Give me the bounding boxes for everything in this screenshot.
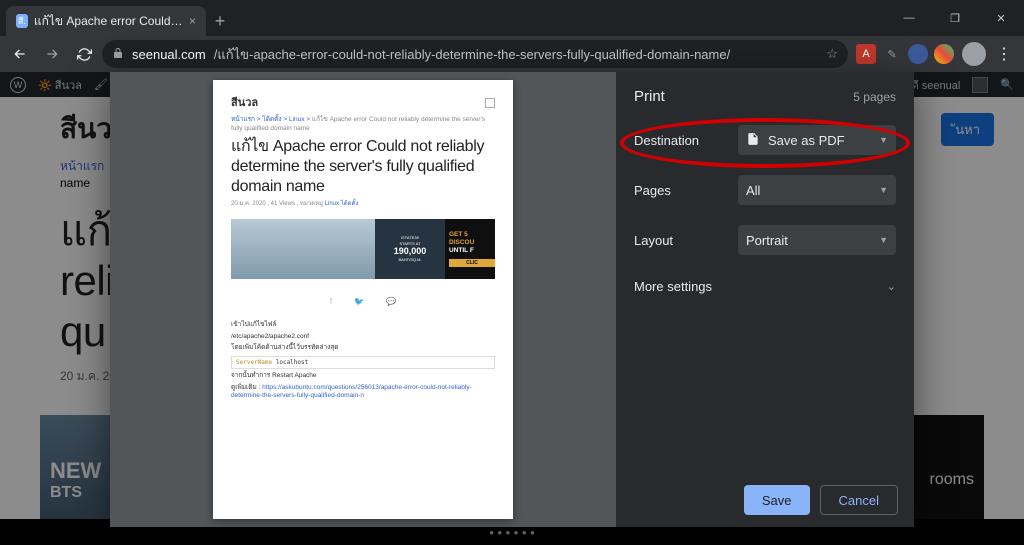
preview-menu-icon [485, 98, 495, 108]
extension-icon-1[interactable]: A [856, 44, 876, 64]
more-settings-label: More settings [634, 279, 712, 294]
tab-favicon: สี. [16, 14, 28, 28]
preview-text: โดยเพิ่มโค้ดด้านล่างนี้ไว้บรรทัดล่างสุด [231, 344, 495, 352]
extension-icon-4[interactable] [934, 44, 954, 64]
layout-row: Layout Portrait ▼ [616, 215, 914, 265]
new-tab-button[interactable]: + [206, 6, 234, 36]
tab-title: แก้ไข Apache error Could not reli [34, 12, 183, 31]
pdf-icon [746, 131, 760, 150]
preview-social-row: f 🐦 💬 [231, 297, 495, 307]
browser-menu-button[interactable]: ⋮ [990, 44, 1018, 64]
layout-dropdown[interactable]: Portrait ▼ [738, 225, 896, 255]
preview-site-title: สีนวล [231, 96, 258, 110]
layout-value: Portrait [746, 233, 788, 248]
chevron-down-icon: ▼ [879, 185, 888, 195]
chevron-down-icon: ⌄ [887, 280, 896, 293]
preview-article-title: แก้ไข Apache error Could not reliably de… [231, 137, 495, 197]
profile-avatar[interactable] [962, 42, 986, 66]
facebook-icon: f [330, 297, 332, 307]
window-minimize-button[interactable]: — [886, 0, 932, 36]
destination-value: Save as PDF [768, 133, 845, 148]
preview-breadcrumb: หน้าแรก > ได้ดตั้ง > Linux > แก้ไข Apach… [231, 116, 495, 133]
extensions-area: A ✎ [852, 44, 958, 64]
preview-code-block: ServerName localhost [231, 356, 495, 370]
preview-text: /etc/apache2/apache2.conf [231, 333, 495, 341]
browser-tab[interactable]: สี. แก้ไข Apache error Could not reli × [6, 6, 206, 36]
pages-dropdown[interactable]: All ▼ [738, 175, 896, 205]
chevron-down-icon: ▼ [879, 135, 888, 145]
url-host: seenual.com [132, 47, 206, 62]
pages-option-label: Pages [634, 183, 730, 198]
destination-dropdown[interactable]: Save as PDF ▼ [738, 125, 896, 155]
more-settings-toggle[interactable]: More settings ⌄ [616, 265, 914, 308]
preview-meta: 20 ม.ค. 2020 , 41 Views , หมวดหมู่ Linux… [231, 201, 495, 209]
pages-value: All [746, 183, 760, 198]
preview-text: เข้าไปแก้ไขไฟล์ [231, 321, 495, 329]
save-button[interactable]: Save [744, 485, 810, 515]
window-maximize-button[interactable]: ❐ [932, 0, 978, 36]
print-settings-panel: Print 5 pages Destination Save as PDF ▼ … [616, 72, 914, 527]
chevron-down-icon: ▼ [879, 235, 888, 245]
extension-icon-2[interactable]: ✎ [882, 44, 902, 64]
print-page-count: 5 pages [853, 90, 896, 104]
print-title: Print [634, 88, 665, 105]
destination-label: Destination [634, 133, 730, 148]
forward-button [38, 40, 66, 68]
line-icon: 💬 [386, 297, 396, 307]
preview-text: ดูเพิ่มเติม : https://askubuntu.com/ques… [231, 384, 495, 401]
reload-button[interactable] [70, 40, 98, 68]
back-button[interactable] [6, 40, 34, 68]
bookmark-star-icon[interactable]: ☆ [826, 46, 838, 62]
preview-text: จากนั้นทำการ Restart Apache [231, 372, 495, 380]
address-bar[interactable]: seenual.com/แก้ไข-apache-error-could-not… [102, 40, 848, 68]
dialog-footer: Save Cancel [616, 473, 914, 527]
preview-page-1: สีนวล หน้าแรก > ได้ดตั้ง > Linux > แก้ไข… [213, 80, 513, 519]
url-path: /แก้ไข-apache-error-could-not-reliably-d… [214, 44, 730, 65]
preview-ad: iSTATE39 STARTS AT 190,000 BAHT/SQ.M. GE… [231, 219, 495, 279]
tab-close-icon[interactable]: × [189, 14, 196, 28]
cancel-button[interactable]: Cancel [820, 485, 898, 515]
destination-row: Destination Save as PDF ▼ [616, 115, 914, 165]
pages-row: Pages All ▼ [616, 165, 914, 215]
twitter-icon: 🐦 [354, 297, 364, 307]
layout-label: Layout [634, 233, 730, 248]
toolbar: seenual.com/แก้ไข-apache-error-could-not… [0, 36, 1024, 72]
print-dialog: สีนวล หน้าแรก > ได้ดตั้ง > Linux > แก้ไข… [110, 72, 914, 527]
extension-icon-3[interactable] [908, 44, 928, 64]
print-preview-pane[interactable]: สีนวล หน้าแรก > ได้ดตั้ง > Linux > แก้ไข… [110, 72, 616, 527]
window-close-button[interactable]: ✕ [978, 0, 1024, 36]
lock-icon [112, 47, 124, 62]
